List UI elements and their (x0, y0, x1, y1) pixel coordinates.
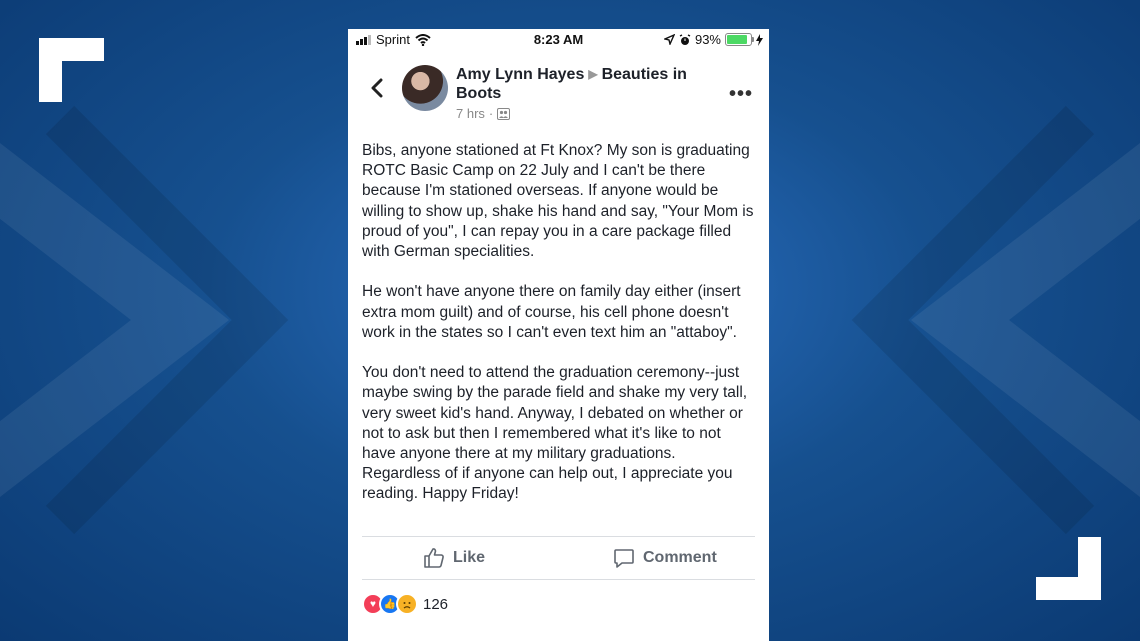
battery-percent: 93% (694, 32, 721, 47)
author-name[interactable]: Amy Lynn Hayes (456, 66, 584, 83)
reaction-count: 126 (423, 595, 449, 613)
action-bar: Like Comment (348, 537, 769, 579)
phone-screenshot: Sprint 8:23 AM 93% Amy Lynn Hayes ▶ Beau… (348, 29, 769, 641)
comment-label: Comment (643, 549, 717, 566)
post-timestamp[interactable]: 7 hrs (456, 106, 485, 121)
post-meta: 7 hrs · (456, 106, 511, 121)
like-label: Like (453, 549, 486, 566)
location-icon (663, 34, 675, 45)
post-paragraph: He won't have anyone there on family day… (362, 283, 741, 341)
divider (362, 579, 755, 580)
post-title: Amy Lynn Hayes ▶ Beauties in Boots (456, 65, 726, 103)
group-icon (497, 107, 511, 120)
like-button[interactable]: Like (423, 537, 485, 579)
post-header: Amy Lynn Hayes ▶ Beauties in Boots 7 hrs ·… (348, 63, 769, 123)
back-button[interactable] (368, 77, 388, 99)
more-options-button[interactable]: ••• (729, 83, 753, 106)
sad-reaction-icon (396, 593, 418, 615)
reactions-summary[interactable]: ♥ 👍 126 (362, 593, 448, 615)
comment-button[interactable]: Comment (613, 537, 717, 579)
charging-icon (756, 33, 763, 46)
post-body: Bibs, anyone stationed at Ft Knox? My so… (362, 141, 757, 525)
author-avatar[interactable] (402, 65, 448, 111)
post-paragraph: You don't need to attend the graduation … (362, 364, 748, 503)
comment-icon (614, 549, 634, 568)
thumbs-up-icon (424, 548, 444, 568)
battery-icon (725, 33, 754, 46)
meta-separator: · (488, 106, 494, 121)
shared-to-arrow-icon: ▶ (588, 67, 598, 81)
alarm-icon (679, 33, 691, 45)
post-paragraph: Bibs, anyone stationed at Ft Knox? My so… (362, 142, 754, 261)
status-bar: Sprint 8:23 AM 93% (348, 29, 769, 51)
